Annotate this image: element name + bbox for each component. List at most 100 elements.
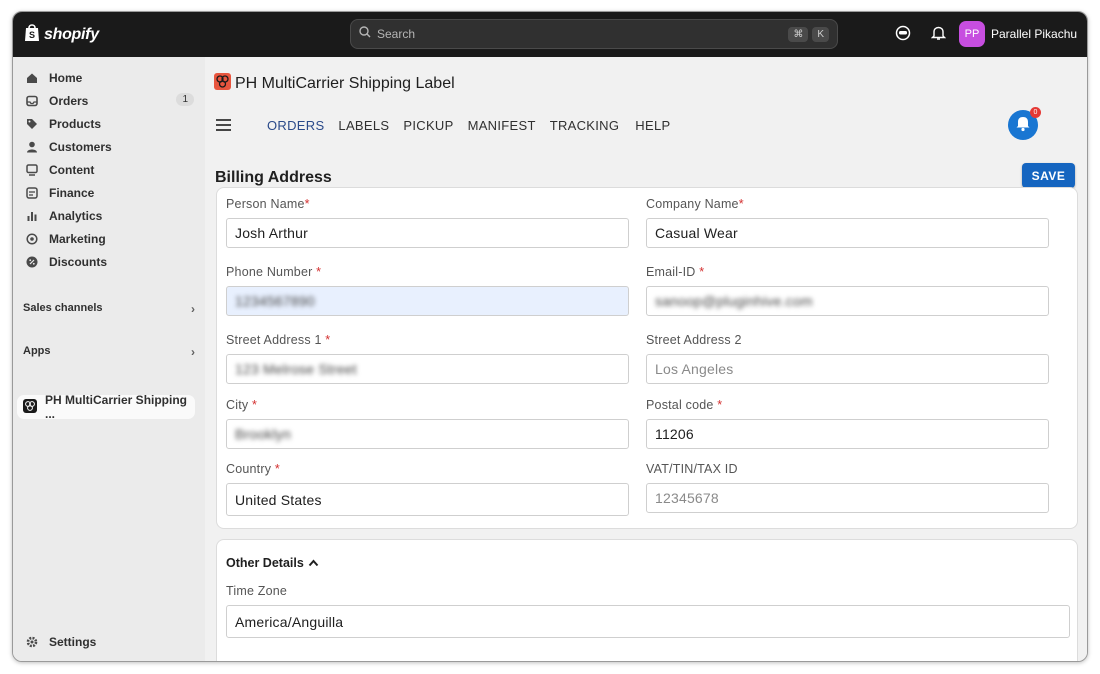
phone-number-value: 1234567890 [235,293,315,309]
tax-id-input[interactable]: 12345678 [646,483,1049,513]
avatar: PP [959,21,985,47]
person-icon [25,140,39,154]
sidebar-item-discounts[interactable]: Discounts [17,251,197,273]
sidebar-item-label: Marketing [49,232,106,246]
sidebar-item-label: Discounts [49,255,108,269]
chevron-right-icon: › [191,345,195,359]
country-select[interactable]: United States [226,483,629,516]
gear-icon [25,635,39,649]
city-value: Brooklyn [235,426,292,442]
sidebar-item-label: PH MultiCarrier Shipping ... [45,393,188,421]
page-title: PH MultiCarrier Shipping Label [235,75,455,92]
tab-labels[interactable]: LABELS [338,118,389,133]
sidebar-item-label: Products [49,117,102,131]
app-header: PH MultiCarrier Shipping Label [214,73,455,95]
sidebar-item-customers[interactable]: Customers [17,136,197,158]
sidebar-item-orders[interactable]: Orders 1 [17,90,197,112]
sales-channels-label: Sales channels [23,302,103,314]
tab-help[interactable]: HELP [635,118,670,133]
shopping-bag-icon: S [24,23,40,47]
app-logo-icon [214,73,231,95]
time-zone-label: Time Zone [226,584,288,598]
sidebar-item-settings[interactable]: Settings [17,631,197,653]
shortcut-command-key: ⌘ [788,26,809,42]
shortcut-k-key: K [812,26,829,42]
tab-orders[interactable]: ORDERS [267,118,324,133]
company-name-input[interactable]: Casual Wear [646,218,1049,248]
home-icon [25,71,39,85]
street-address-1-input[interactable]: 123 Melrose Street [226,354,629,384]
sidebar-item-label: Orders [49,94,89,108]
street-address-1-label: Street Address 1 * [226,333,331,347]
save-button[interactable]: SAVE [1022,163,1075,188]
hamburger-menu-icon[interactable] [216,118,232,137]
tab-tracking[interactable]: TRACKING [550,118,620,133]
sidebar-item-content[interactable]: Content [17,159,197,181]
bank-icon [25,186,39,200]
sidebar-item-label: Content [49,163,95,177]
sidebar-item-ph-multicarrier[interactable]: PH MultiCarrier Shipping ... [17,393,195,421]
sidebar-item-label: Analytics [49,209,103,223]
bar-chart-icon [25,209,39,223]
apps-label: Apps [23,345,51,357]
sidebar-item-products[interactable]: Products [17,113,197,135]
shopify-logo[interactable]: S shopify [24,23,99,47]
user-menu[interactable]: PP Parallel Pikachu [959,21,1077,47]
sidebar-item-marketing[interactable]: Marketing [17,228,197,250]
email-id-input[interactable]: sanoop@pluginhive.com [646,286,1049,316]
other-details-title: Other Details [226,556,304,570]
email-id-value: sanoop@pluginhive.com [655,293,813,309]
svg-text:S: S [29,30,35,40]
email-id-label: Email-ID * [646,265,705,279]
search-bar[interactable]: Search ⌘ K [350,19,838,49]
user-name: Parallel Pikachu [991,27,1078,41]
chevron-right-icon: › [191,302,195,316]
person-name-label: Person Name* [226,197,310,211]
sidebar-item-label: Customers [49,140,112,154]
orders-count-badge: 1 [176,93,194,106]
country-label: Country * [226,462,280,476]
other-details-toggle[interactable]: Other Details [226,556,319,570]
other-details-card: Other Details Time Zone America/Anguilla [216,539,1078,661]
city-label: City * [226,398,258,412]
bell-icon[interactable] [930,25,947,46]
chevron-up-icon [308,556,319,570]
person-name-input[interactable]: Josh Arthur [226,218,629,248]
content-icon [25,163,39,177]
notification-count-badge: 0 [1030,107,1041,118]
billing-address-title: Billing Address [215,169,332,186]
target-icon [25,232,39,246]
billing-address-card: Person Name* Josh Arthur Company Name* C… [216,187,1078,529]
tab-manifest[interactable]: MANIFEST [468,118,536,133]
search-icon [359,25,371,43]
sidebar-item-analytics[interactable]: Analytics [17,205,197,227]
postal-code-label: Postal code * [646,398,723,412]
sidebar-item-home[interactable]: Home [17,67,197,89]
app-logo-icon [23,398,37,416]
tab-pickup[interactable]: PICKUP [403,118,453,133]
sidekick-icon[interactable] [895,25,911,46]
time-zone-select[interactable]: America/Anguilla [226,605,1070,638]
tag-icon [25,117,39,131]
sidebar-item-label: Finance [49,186,95,200]
city-input[interactable]: Brooklyn [226,419,629,449]
phone-number-input[interactable]: 1234567890 [226,286,629,316]
search-placeholder: Search [377,27,416,41]
app-window: S shopify Search ⌘ K PP Parallel Pikachu… [12,11,1088,662]
sidebar-item-label: Settings [49,635,97,649]
postal-code-input[interactable]: 11206 [646,419,1049,449]
sidebar-item-finance[interactable]: Finance [17,182,197,204]
company-name-label: Company Name* [646,197,744,211]
sidebar-item-label: Home [49,71,83,85]
discount-icon [25,255,39,269]
sales-channels-section[interactable]: Sales channels › [23,302,195,316]
phone-number-label: Phone Number * [226,265,322,279]
top-bar: S shopify Search ⌘ K PP Parallel Pikachu [13,12,1087,57]
app-tabs: ORDERS LABELS PICKUP MANIFEST TRACKING H… [267,118,684,133]
notifications-button[interactable]: 0 [1008,107,1041,140]
apps-section[interactable]: Apps › [23,345,195,359]
street-address-1-value: 123 Melrose Street [235,361,357,377]
bell-icon [1015,114,1031,137]
brand-name: shopify [44,26,99,43]
street-address-2-input[interactable]: Los Angeles [646,354,1049,384]
